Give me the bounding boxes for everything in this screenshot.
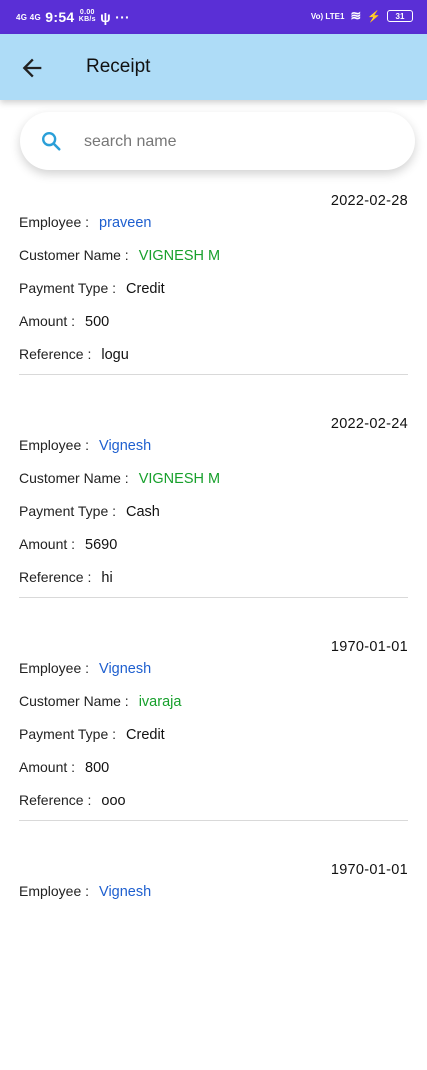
employee-label: Employee : — [19, 883, 90, 899]
employee-value: Vignesh — [99, 884, 152, 900]
status-right: Vo) LTE1 ≋ ⚡ 31 — [311, 8, 413, 24]
receipt-list: 2022-02-28 Employee : praveen Customer Na… — [0, 178, 427, 1070]
reference-label: Reference : — [19, 792, 92, 808]
payment-type-label: Payment Type : — [19, 503, 117, 519]
payment-type-value: Credit — [126, 281, 165, 297]
customer-name-label: Customer Name : — [19, 247, 129, 263]
payment-type-row: Payment Type : Credit — [19, 280, 165, 297]
network-speed-value: 0.00 — [79, 9, 95, 16]
wifi-icon: ≋ — [350, 8, 362, 23]
reference-row: Reference : logu — [19, 346, 129, 363]
app-bar: Receipt — [0, 34, 427, 100]
reference-row: Reference : hi — [19, 569, 113, 586]
status-bar: 4G 4G 9:54 0.00 KB/s ψ ··· Vo) LTE1 ≋ ⚡ 3… — [0, 0, 427, 34]
employee-row: Employee : Vignesh — [19, 660, 151, 677]
employee-value: Vignesh — [99, 438, 152, 454]
status-left: 4G 4G 9:54 0.00 KB/s ψ ··· — [16, 9, 130, 25]
payment-type-value: Cash — [126, 504, 160, 520]
divider — [19, 820, 408, 821]
payment-type-row: Payment Type : Cash — [19, 503, 160, 520]
network-indicator: 4G 4G — [16, 13, 42, 22]
customer-name-value: ivaraja — [138, 694, 182, 710]
receipt-item[interactable]: 2022-02-24 Employee : Vignesh Customer Na… — [19, 401, 408, 624]
customer-name-row: Customer Name : VIGNESH M — [19, 247, 220, 264]
volte-icon: Vo) LTE1 — [310, 11, 345, 21]
receipt-item[interactable]: 1970-01-01 Employee : Vignesh Customer Na… — [19, 624, 408, 847]
status-extras: ψ ··· — [100, 9, 131, 25]
payment-type-value: Credit — [126, 727, 165, 743]
amount-label: Amount : — [19, 313, 76, 329]
employee-row: Employee : Vignesh — [19, 883, 151, 900]
reference-row: Reference : ooo — [19, 792, 126, 809]
reference-label: Reference : — [19, 346, 92, 362]
employee-label: Employee : — [19, 214, 90, 230]
charging-icon: ⚡ — [367, 10, 381, 23]
amount-label: Amount : — [19, 536, 76, 552]
receipt-date: 1970-01-01 — [330, 639, 408, 655]
employee-value: praveen — [99, 215, 152, 231]
employee-row: Employee : Vignesh — [19, 437, 151, 454]
customer-name-value: VIGNESH M — [138, 471, 221, 487]
amount-value: 800 — [85, 760, 110, 776]
network-speed: 0.00 KB/s — [79, 9, 96, 23]
employee-label: Employee : — [19, 660, 90, 676]
payment-type-row: Payment Type : Credit — [19, 726, 165, 743]
employee-row: Employee : praveen — [19, 214, 151, 231]
customer-name-label: Customer Name : — [19, 470, 129, 486]
payment-type-label: Payment Type : — [19, 726, 117, 742]
search-input[interactable] — [82, 126, 396, 158]
battery-icon: 31 — [387, 10, 413, 22]
divider — [19, 374, 408, 375]
search-icon — [42, 132, 61, 151]
status-time: 9:54 — [45, 9, 75, 25]
customer-name-row: Customer Name : ivaraja — [19, 693, 181, 710]
amount-row: Amount : 500 — [19, 313, 109, 330]
reference-value: ooo — [101, 793, 126, 809]
receipt-date: 2022-02-28 — [330, 193, 408, 209]
reference-value: hi — [101, 570, 113, 586]
amount-label: Amount : — [19, 759, 76, 775]
receipt-date: 2022-02-24 — [330, 416, 408, 432]
receipt-item[interactable]: 2022-02-28 Employee : praveen Customer Na… — [19, 178, 408, 401]
amount-row: Amount : 800 — [19, 759, 109, 776]
receipt-date: 1970-01-01 — [330, 862, 408, 878]
reference-label: Reference : — [19, 569, 92, 585]
customer-name-row: Customer Name : VIGNESH M — [19, 470, 220, 487]
network-speed-unit: KB/s — [78, 16, 96, 23]
customer-name-value: VIGNESH M — [138, 248, 221, 264]
amount-row: Amount : 5690 — [19, 536, 117, 553]
reference-value: logu — [101, 347, 129, 363]
customer-name-label: Customer Name : — [19, 693, 129, 709]
page-title: Receipt — [86, 56, 151, 77]
back-arrow-icon[interactable] — [18, 54, 46, 82]
payment-type-label: Payment Type : — [19, 280, 117, 296]
employee-value: Vignesh — [99, 661, 152, 677]
receipt-item[interactable]: 1970-01-01 Employee : Vignesh — [19, 847, 408, 1070]
divider — [19, 597, 408, 598]
search-box[interactable] — [20, 112, 415, 170]
amount-value: 500 — [85, 314, 110, 330]
amount-value: 5690 — [85, 537, 118, 553]
employee-label: Employee : — [19, 437, 90, 453]
